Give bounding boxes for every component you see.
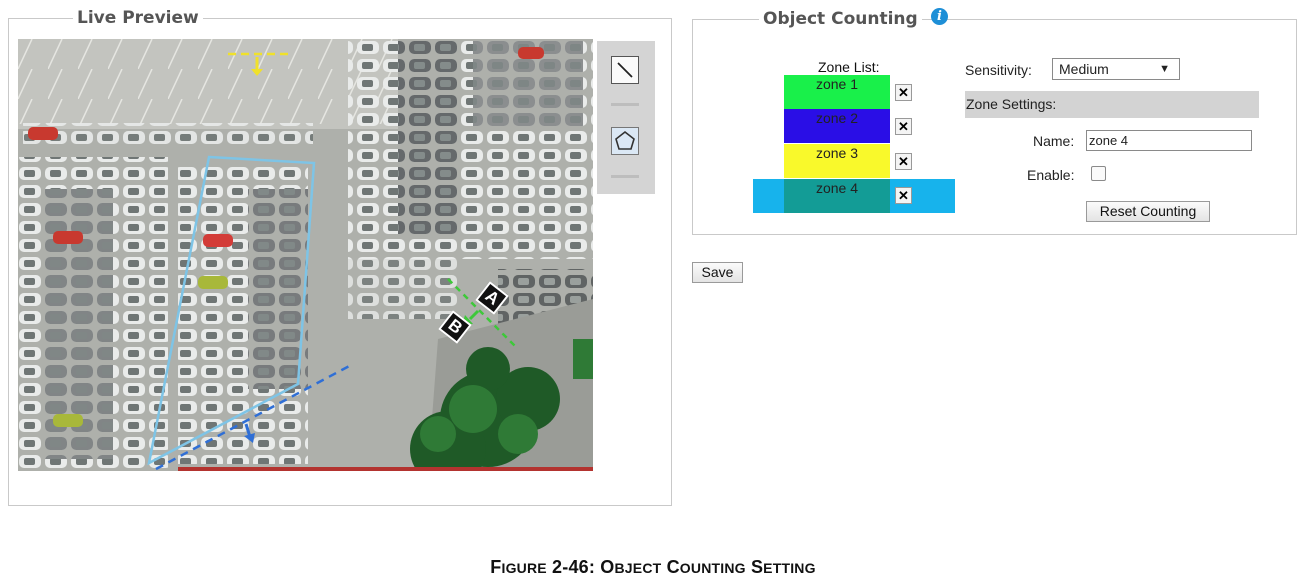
dropdown-arrow-icon: ▼ [1159, 63, 1170, 75]
delete-zone-icon[interactable]: ✕ [895, 153, 912, 170]
zone-name-input[interactable]: zone 4 [1086, 130, 1252, 151]
delete-zone-icon[interactable]: ✕ [895, 118, 912, 135]
figure-caption: FIGURE 2-46: OBJECT COUNTING SETTING [490, 557, 816, 577]
live-preview-title: Live Preview [77, 8, 199, 28]
toolbar-divider [611, 175, 639, 178]
line-tool-button[interactable] [611, 56, 639, 84]
zone-settings-header: Zone Settings: [965, 91, 1259, 118]
polygon-tool-button[interactable] [611, 127, 639, 155]
delete-zone-icon[interactable]: ✕ [895, 187, 912, 204]
camera-preview[interactable]: A B [18, 39, 593, 471]
sensitivity-select[interactable]: Medium ▼ [1052, 58, 1180, 80]
draw-toolbar [597, 41, 655, 194]
enable-label: Enable: [1027, 167, 1075, 183]
toolbar-divider [611, 103, 639, 106]
delete-zone-icon[interactable]: ✕ [895, 84, 912, 101]
zone-label: zone 2 [784, 109, 890, 143]
line-tool-icon [617, 62, 633, 78]
save-button[interactable]: Save [692, 262, 743, 283]
zone-label: zone 4 [784, 179, 890, 213]
zone-label: zone 3 [784, 144, 890, 178]
enable-checkbox[interactable] [1091, 166, 1106, 181]
reset-counting-button[interactable]: Reset Counting [1086, 201, 1210, 222]
sensitivity-label: Sensitivity: [965, 62, 1032, 78]
object-counting-title: Object Counting [763, 9, 918, 29]
parking-lot-scene [18, 39, 593, 471]
pentagon-icon [615, 130, 635, 150]
zone-list-label: Zone List: [818, 59, 880, 75]
zone-label: zone 1 [784, 75, 890, 109]
sensitivity-value: Medium [1059, 61, 1109, 77]
name-label: Name: [1033, 133, 1075, 149]
info-icon[interactable]: i [931, 8, 948, 25]
